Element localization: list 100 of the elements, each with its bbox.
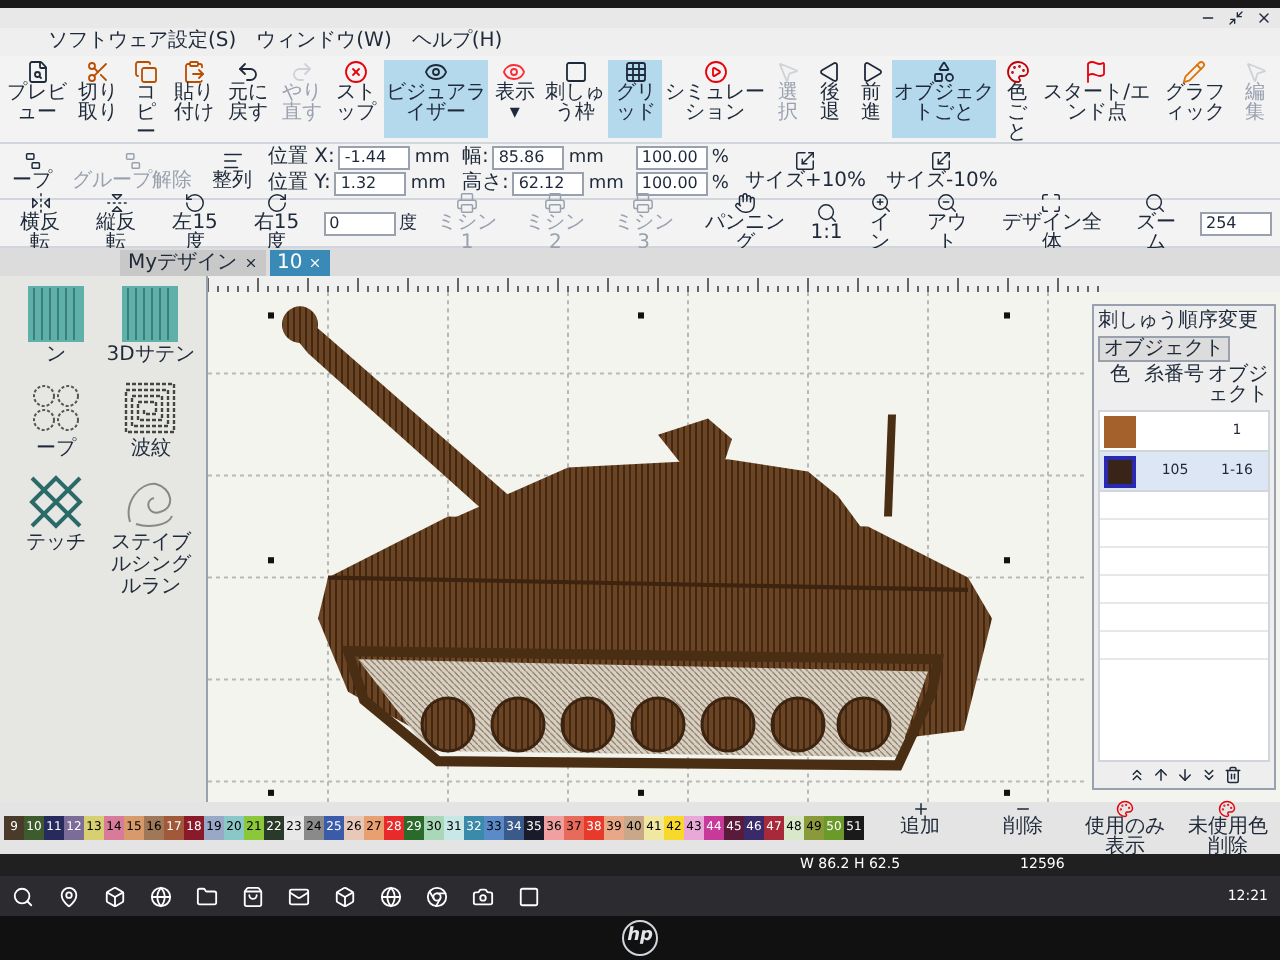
- input-field[interactable]: 62.12: [512, 172, 585, 196]
- selection-handle[interactable]: [1004, 557, 1010, 564]
- field-label: 位置 X:: [268, 148, 335, 168]
- rotate-right-icon: [265, 192, 288, 214]
- toolbar-button[interactable]: 刺しゅう枠: [541, 60, 609, 138]
- box-icon[interactable]: [334, 885, 356, 907]
- toolbar-button[interactable]: 切り取り: [70, 60, 125, 138]
- input-field[interactable]: 1.32: [334, 172, 407, 196]
- palette-button[interactable]: 使用のみ表示: [1077, 799, 1174, 857]
- document-search-icon: [25, 60, 50, 84]
- stitch-type-item[interactable]: テッチ: [8, 472, 103, 598]
- group-icon: [21, 150, 43, 172]
- selection-handle[interactable]: [268, 312, 274, 319]
- close-icon[interactable]: [1256, 10, 1272, 26]
- column-header: 色: [1108, 366, 1132, 390]
- document-tab[interactable]: Myデザイン: [120, 250, 266, 276]
- move-top-icon[interactable]: [1127, 766, 1145, 784]
- field-label: 幅:: [461, 148, 489, 168]
- toolbar-button[interactable]: グリッド: [608, 60, 663, 138]
- move-down-icon[interactable]: [1175, 766, 1193, 784]
- stitch-type-item[interactable]: ステイブルシングルラン: [103, 472, 198, 598]
- input-field[interactable]: 85.86: [492, 146, 565, 170]
- toolbar-button[interactable]: 貼り付け: [166, 60, 221, 138]
- selection-handle[interactable]: [268, 557, 274, 564]
- brand-logo: hp: [622, 920, 658, 956]
- selection-handle[interactable]: [1004, 789, 1010, 796]
- eye-icon: [502, 60, 527, 84]
- toolbar-button[interactable]: ビジュアライザー: [383, 60, 488, 138]
- menu-item[interactable]: ソフトウェア設定(S): [48, 32, 237, 52]
- pointer-icon: [776, 60, 801, 84]
- stitch-type-item[interactable]: ン: [8, 284, 103, 366]
- unit-label: mm: [410, 174, 446, 194]
- toolbar-button[interactable]: 前進: [850, 60, 893, 138]
- menu-item[interactable]: ウィンドウ(W): [256, 32, 392, 52]
- selection-handle[interactable]: [1004, 312, 1010, 319]
- toolbar-button[interactable]: コピー: [124, 60, 167, 138]
- app-icon[interactable]: [518, 885, 540, 907]
- input-field[interactable]: 254: [1199, 211, 1272, 235]
- bag-icon[interactable]: [242, 885, 264, 907]
- mode-button[interactable]: オブジェクト: [1098, 336, 1230, 362]
- toolbar-button[interactable]: 元に戻す: [220, 60, 275, 138]
- toolbar-button[interactable]: ズーム: [1123, 192, 1188, 254]
- unit-label: mm: [588, 174, 624, 194]
- toolbar-button[interactable]: グラフィック: [1155, 60, 1235, 138]
- toolbar-button[interactable]: 後退: [808, 60, 851, 138]
- palette-button[interactable]: 未使用色削除: [1179, 799, 1276, 857]
- toolbar-button[interactable]: プレビュー: [4, 60, 71, 138]
- grid-icon: [623, 60, 648, 84]
- camera-icon[interactable]: [472, 885, 494, 907]
- toolbar-button[interactable]: ストップ: [329, 60, 384, 138]
- document-tab[interactable]: 10: [269, 250, 331, 276]
- mail-icon[interactable]: [288, 885, 310, 907]
- align-icon: [221, 150, 243, 172]
- toolbar-button[interactable]: サイズ-10%: [882, 150, 1002, 192]
- move-bottom-icon[interactable]: [1199, 766, 1217, 784]
- toolbar-button[interactable]: 色ごと: [996, 60, 1039, 138]
- spiral-pattern-icon: [120, 378, 181, 438]
- design-canvas[interactable]: [208, 292, 1088, 802]
- resize-icon: [794, 150, 817, 172]
- toolbar-button[interactable]: 1:1: [807, 202, 846, 244]
- menu-item[interactable]: ヘルプ(H): [411, 32, 503, 52]
- toolbar-button[interactable]: スタート/エンド点: [1038, 60, 1156, 138]
- flag-icon: [1084, 60, 1109, 84]
- input-field[interactable]: 100.00: [635, 146, 708, 170]
- toolbar-button[interactable]: シミュレーション: [662, 60, 768, 138]
- move-up-icon[interactable]: [1151, 766, 1169, 784]
- restore-icon[interactable]: [1228, 10, 1244, 26]
- palette-button[interactable]: 追加: [872, 799, 969, 857]
- unit-label: %: [711, 174, 729, 194]
- undo-icon: [235, 60, 260, 84]
- folder-icon[interactable]: [196, 885, 218, 907]
- pin-icon[interactable]: [58, 885, 80, 907]
- unit-label: 度: [399, 213, 418, 233]
- input-field[interactable]: 100.00: [635, 172, 708, 196]
- stop-icon: [344, 60, 369, 84]
- input-field[interactable]: 0: [323, 211, 396, 235]
- selection-handle[interactable]: [638, 789, 644, 796]
- right-triangle-icon: [859, 60, 884, 84]
- play-icon: [703, 60, 728, 84]
- palette-button[interactable]: 削除: [974, 799, 1071, 857]
- toolbar-button[interactable]: ープ: [8, 150, 56, 192]
- search-icon[interactable]: [12, 885, 34, 907]
- toolbar-button[interactable]: 整列: [208, 150, 256, 192]
- toolbar-button[interactable]: サイズ+10%: [740, 150, 871, 192]
- stitch-type-item[interactable]: 3Dサテン: [103, 284, 198, 366]
- resize-icon: [930, 150, 953, 172]
- hand-icon: [733, 192, 756, 214]
- globe-icon[interactable]: [150, 885, 172, 907]
- input-field[interactable]: -1.44: [338, 146, 411, 170]
- magnifier-icon: [1144, 192, 1167, 214]
- stitch-type-item[interactable]: 波紋: [103, 378, 198, 460]
- toolbar-button[interactable]: オブジェクトごと: [892, 60, 997, 138]
- trash-icon[interactable]: [1223, 766, 1241, 784]
- stitch-type-item[interactable]: ープ: [8, 378, 103, 460]
- toolbar-button[interactable]: デザイン全体: [991, 192, 1112, 254]
- toolbar-button[interactable]: 表示 ▾: [487, 60, 542, 138]
- selection-handle[interactable]: [268, 789, 274, 796]
- selection-handle[interactable]: [638, 312, 644, 319]
- close-icon[interactable]: [243, 256, 258, 270]
- zoom-in-icon: [869, 192, 892, 214]
